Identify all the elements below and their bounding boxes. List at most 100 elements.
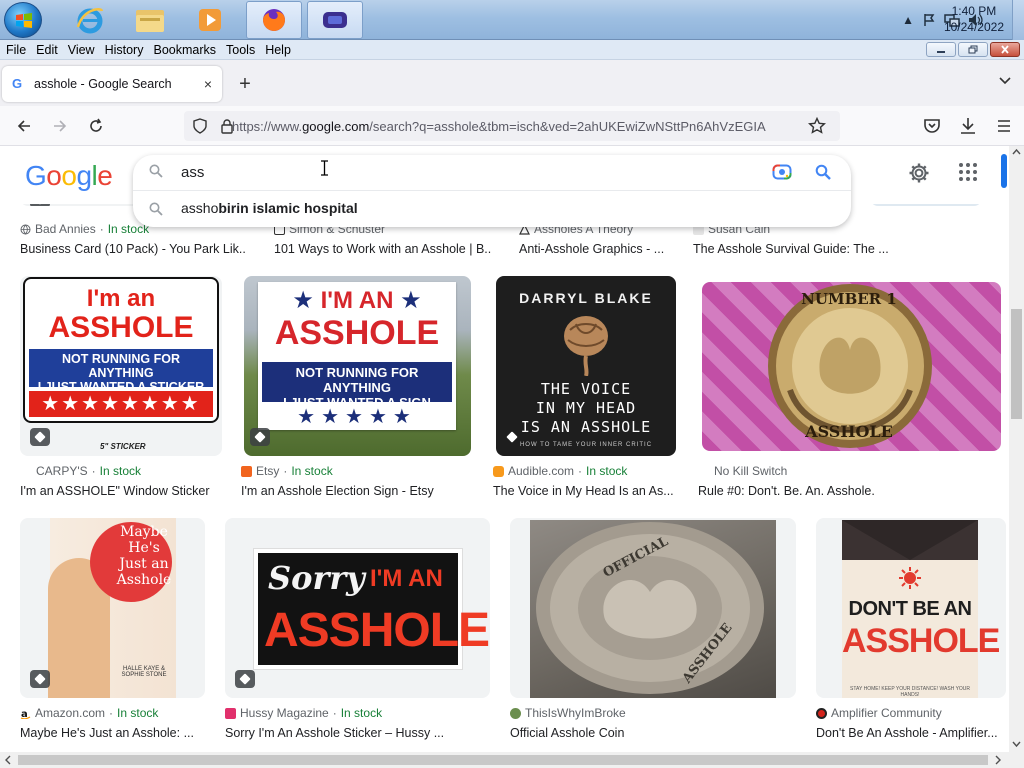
file-explorer-taskbar-button[interactable] — [122, 1, 178, 39]
menu-history[interactable]: History — [105, 43, 150, 57]
lock-icon[interactable] — [220, 118, 234, 134]
amplifier-favicon-icon — [816, 707, 827, 719]
stars-band: ★★★★★★★★ — [29, 391, 213, 417]
source-name: Etsy — [256, 464, 280, 478]
gamepad-taskbar-button[interactable] — [307, 1, 363, 39]
internet-explorer-icon — [76, 8, 104, 34]
horizontal-scrollbar[interactable] — [0, 752, 1024, 768]
downloads-icon[interactable] — [956, 114, 980, 138]
firefox-taskbar-button[interactable] — [246, 1, 302, 39]
result-thumb-poster[interactable]: DON'T BE AN ASSHOLE STAY HOME! KEEP YOUR… — [816, 518, 1006, 698]
bookmark-star-icon[interactable] — [808, 117, 826, 135]
minimize-button[interactable] — [926, 42, 956, 57]
shopping-tag-icon — [250, 428, 270, 446]
result-source[interactable]: Audible.com · In stock — [493, 464, 627, 478]
result-title[interactable]: 101 Ways to Work with an Asshole | B... — [274, 242, 492, 256]
result-title[interactable]: Official Asshole Coin — [510, 726, 790, 740]
search-suggestion[interactable]: asshobirin islamic hospital — [133, 191, 851, 227]
taskbar-clock[interactable]: 1:40 PM 10/24/2022 — [944, 3, 1004, 35]
vertical-scrollbar[interactable] — [1009, 146, 1024, 752]
result-title[interactable]: I'm an Asshole Election Sign - Etsy — [241, 484, 471, 498]
result-source[interactable]: ThisIsWhyImBroke — [510, 706, 626, 720]
menu-help[interactable]: Help — [265, 43, 297, 57]
poster-wedge — [842, 520, 978, 560]
result-thumb-maybe-book[interactable]: Maybe He's Just an Asshole HALLE KAYE & … — [20, 518, 205, 698]
start-button[interactable] — [4, 2, 42, 38]
result-title[interactable]: The Asshole Survival Guide: The ... — [693, 242, 893, 256]
show-hidden-icons-icon[interactable]: ▲ — [902, 13, 914, 27]
chevron-down-icon[interactable] — [998, 75, 1012, 85]
result-title[interactable]: Rule #0: Don't. Be. An. Asshole. — [698, 484, 948, 498]
internet-explorer-taskbar-button[interactable] — [62, 1, 118, 39]
result-thumb-coin[interactable]: OFFICIAL ASSHOLE — [510, 518, 796, 698]
result-title[interactable]: Don't Be An Asshole - Amplifier... — [816, 726, 1002, 740]
google-apps-grid-icon[interactable] — [958, 162, 978, 182]
result-thumb-medal[interactable]: NUMBER 1 ASSHOLE — [702, 282, 1001, 451]
hamburger-menu-icon[interactable] — [992, 114, 1016, 138]
maybe-title-line3: Just an — [119, 556, 169, 572]
menu-bookmarks[interactable]: Bookmarks — [153, 43, 222, 57]
result-source[interactable]: Amplifier Community — [816, 706, 942, 720]
result-title[interactable]: The Voice in My Head Is an As... — [493, 484, 673, 498]
menu-view[interactable]: View — [68, 43, 101, 57]
result-source[interactable]: Bad Annies · In stock — [20, 222, 149, 236]
result-source[interactable]: Hussy Magazine · In stock — [225, 706, 382, 720]
pocket-icon[interactable] — [920, 114, 944, 138]
star-right-icon: ★ — [393, 287, 422, 314]
forward-button[interactable] — [48, 114, 72, 138]
action-center-flag-icon[interactable] — [922, 13, 936, 27]
result-source[interactable]: Etsy · In stock — [241, 464, 333, 478]
result-source[interactable]: CARPY'S · In stock — [36, 464, 141, 478]
google-logo[interactable]: Google — [25, 160, 113, 192]
tab-close-icon[interactable]: × — [204, 76, 212, 92]
result-thumb-sorry-sticker[interactable]: Sorry I'M AN ASSHOLE — [225, 518, 490, 698]
result-title[interactable]: I'm an ASSHOLE" Window Sticker — [20, 484, 225, 498]
audible-favicon-icon — [493, 465, 504, 477]
tab-bar: G asshole - Google Search × + — [0, 60, 1024, 106]
search-input-row — [133, 155, 851, 191]
sign-in-button-edge[interactable] — [1001, 154, 1007, 188]
result-title[interactable]: Sorry I'm An Asshole Sticker – Hussy ... — [225, 726, 485, 740]
search-submit-icon[interactable] — [815, 164, 831, 180]
horizontal-scrollbar-thumb[interactable] — [18, 755, 988, 765]
shopping-tag-icon — [235, 670, 255, 688]
show-desktop-button[interactable] — [1012, 0, 1024, 40]
result-title[interactable]: Maybe He's Just an Asshole: ... — [20, 726, 200, 740]
source-name: Amplifier Community — [831, 706, 942, 720]
result-title[interactable]: Business Card (10 Pack) - You Park Lik..… — [20, 242, 245, 256]
scroll-right-arrow-icon[interactable] — [992, 754, 1004, 766]
close-window-button[interactable] — [990, 42, 1020, 57]
settings-gear-icon[interactable] — [908, 162, 930, 184]
result-source[interactable]: No Kill Switch — [714, 464, 787, 478]
url-text[interactable]: https://www.google.com/search?q=asshole&… — [232, 119, 792, 134]
tab-google-search[interactable]: G asshole - Google Search × — [2, 66, 222, 102]
url-bar[interactable]: https://www.google.com/search?q=asshole&… — [184, 111, 840, 141]
menu-edit[interactable]: Edit — [36, 43, 64, 57]
stock-status: In stock — [117, 706, 159, 720]
brain-knot-icon — [564, 316, 608, 376]
result-thumb-book[interactable]: DARRYL BLAKE THE VOICE IN MY HEAD IS AN … — [496, 276, 676, 456]
tracking-protection-shield-icon[interactable] — [192, 118, 208, 134]
source-name: No Kill Switch — [714, 464, 788, 478]
reload-button[interactable] — [84, 114, 108, 138]
result-thumb-yard-sign[interactable]: ★ I'M AN ★ ASSHOLE NOT RUNNING FOR ANYTH… — [244, 276, 471, 456]
yard-sign-image: ★ I'M AN ★ ASSHOLE NOT RUNNING FOR ANYTH… — [258, 282, 456, 430]
menu-file[interactable]: File — [6, 43, 32, 57]
vertical-scrollbar-thumb[interactable] — [1011, 309, 1022, 419]
google-lens-icon[interactable] — [772, 163, 792, 181]
search-box[interactable]: asshobirin islamic hospital — [133, 155, 851, 227]
scroll-up-arrow-icon[interactable] — [1009, 146, 1024, 158]
source-name: CARPY'S — [36, 464, 88, 478]
menu-tools[interactable]: Tools — [226, 43, 261, 57]
media-player-taskbar-button[interactable] — [182, 1, 238, 39]
search-input[interactable] — [181, 164, 741, 181]
result-source[interactable]: a Amazon.com · In stock — [20, 706, 158, 720]
scroll-left-arrow-icon[interactable] — [2, 754, 14, 766]
back-button[interactable] — [12, 114, 36, 138]
result-thumb-sticker[interactable]: I'm an ASSHOLE NOT RUNNING FOR ANYTHING … — [20, 276, 222, 456]
scroll-down-arrow-icon[interactable] — [1009, 738, 1024, 750]
result-title[interactable]: Anti-Asshole Graphics - ... — [519, 242, 669, 256]
sorry-line3: ASSHOLE — [264, 604, 490, 657]
restore-button[interactable] — [958, 42, 988, 57]
new-tab-button[interactable]: + — [234, 74, 256, 96]
